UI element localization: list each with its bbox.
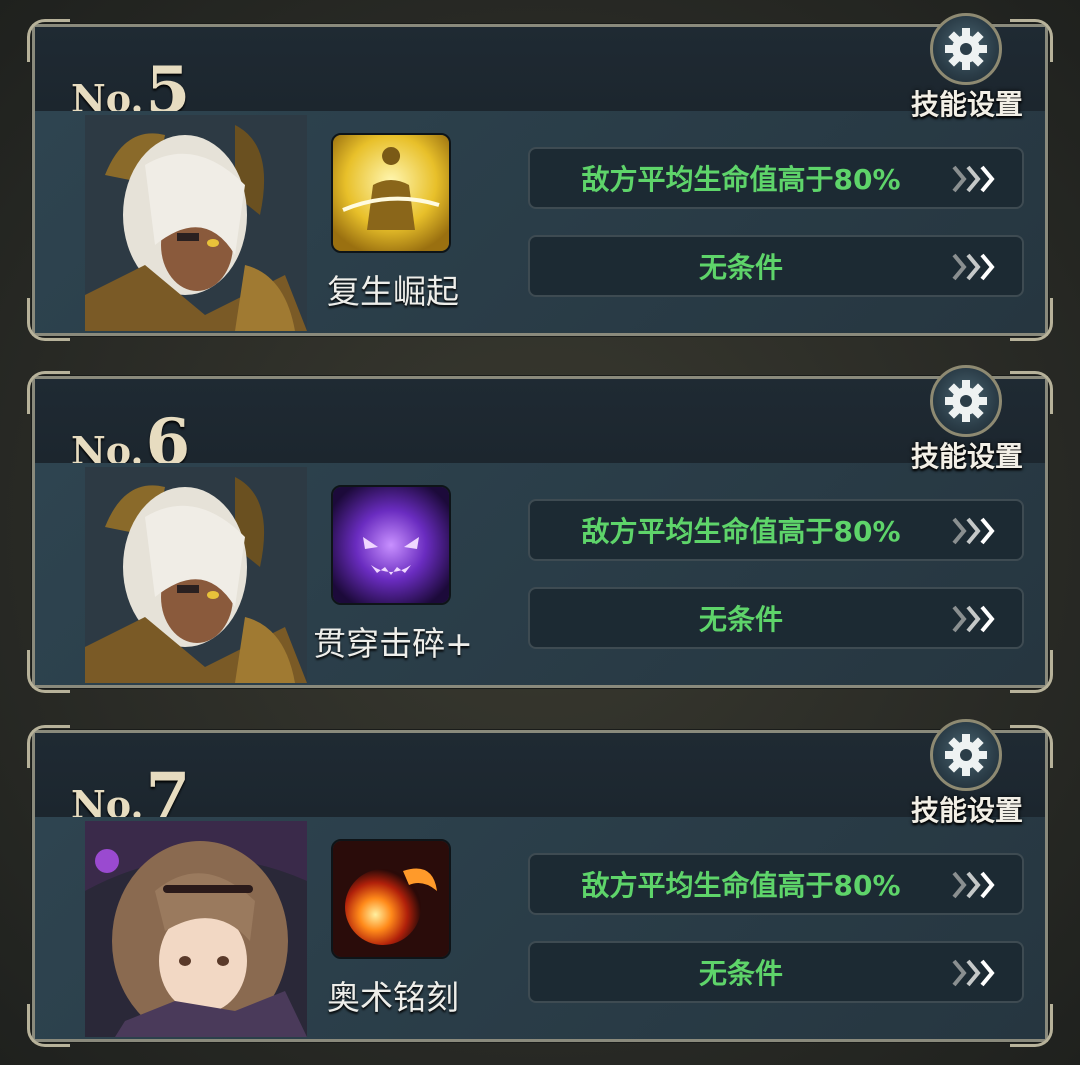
skill-icon[interactable] <box>331 485 451 605</box>
triple-chevron-right-icon <box>952 959 995 987</box>
skill-name: 贯穿击碎+ <box>313 624 473 663</box>
triple-chevron-right-icon <box>952 517 995 545</box>
gear-icon <box>930 365 1002 437</box>
slot-body: 奥术铭刻 敌方平均生命值高于80% 无条件 <box>35 817 1045 1039</box>
condition-text: 无条件 <box>698 251 783 284</box>
triple-chevron-right-icon <box>952 605 995 633</box>
skill-name: 复生崛起 <box>327 272 459 311</box>
skill-settings-label: 技能设置 <box>911 794 1024 827</box>
character-portrait <box>85 467 307 683</box>
skill-settings-button[interactable]: 技能设置 <box>911 365 1024 475</box>
skill-icon[interactable] <box>331 839 451 959</box>
slot-body: 贯穿击碎+ 敌方平均生命值高于80% 无条件 <box>35 463 1045 685</box>
gear-icon <box>930 719 1002 791</box>
condition-row[interactable]: 敌方平均生命值高于80% <box>528 499 1024 561</box>
condition-row[interactable]: 敌方平均生命值高于80% <box>528 853 1024 915</box>
gear-icon <box>930 13 1002 85</box>
condition-text: 无条件 <box>698 603 783 636</box>
skill-settings-button[interactable]: 技能设置 <box>911 13 1024 123</box>
condition-text: 敌方平均生命值高于80% <box>581 515 901 548</box>
condition-text: 敌方平均生命值高于80% <box>581 163 901 196</box>
triple-chevron-right-icon <box>952 253 995 281</box>
condition-row[interactable]: 无条件 <box>528 235 1024 297</box>
character-portrait <box>85 115 307 331</box>
slot-header: No.5 <box>35 27 1045 128</box>
slot-body: 复生崛起 敌方平均生命值高于80% 无条件 <box>35 111 1045 333</box>
triple-chevron-right-icon <box>952 165 995 193</box>
condition-text: 无条件 <box>698 957 783 990</box>
skill-settings-button[interactable]: 技能设置 <box>911 719 1024 829</box>
slot-header: No.6 <box>35 379 1045 480</box>
character-portrait <box>85 821 307 1037</box>
condition-row[interactable]: 无条件 <box>528 587 1024 649</box>
condition-text: 敌方平均生命值高于80% <box>581 869 901 902</box>
triple-chevron-right-icon <box>952 871 995 899</box>
skill-name: 奥术铭刻 <box>327 978 459 1017</box>
skill-slot-card: No.5 复生崛起 敌方平均生命值高于80% 无条件 技能设置 <box>27 13 1053 341</box>
condition-row[interactable]: 敌方平均生命值高于80% <box>528 147 1024 209</box>
skill-settings-label: 技能设置 <box>911 88 1024 121</box>
skill-slot-card: No.6 贯穿击碎+ 敌方平均生命值高于80% 无条件 技能设置 <box>27 365 1053 693</box>
condition-row[interactable]: 无条件 <box>528 941 1024 1003</box>
skill-slot-card: No.7 奥术铭刻 敌方平均生命值高于80% 无条件 技能设置 <box>27 719 1053 1047</box>
slot-header: No.7 <box>35 733 1045 834</box>
skill-settings-label: 技能设置 <box>911 440 1024 473</box>
skill-icon[interactable] <box>331 133 451 253</box>
